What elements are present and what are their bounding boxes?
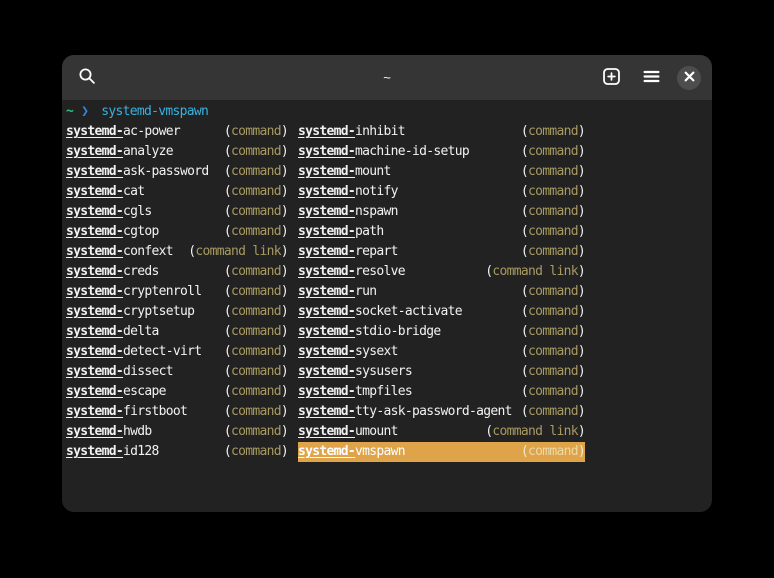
completion-item: systemd-cat(command) xyxy=(66,182,288,202)
completion-row: systemd-id128(command) systemd-vmspawn(co… xyxy=(66,442,708,462)
completion-row: systemd-analyze(command) systemd-machine-… xyxy=(66,142,708,162)
search-button[interactable] xyxy=(73,64,101,92)
completion-item: systemd-umount(command link) xyxy=(298,422,585,442)
completion-row: systemd-cryptenroll(command) systemd-run(… xyxy=(66,282,708,302)
completion-item: systemd-notify(command) xyxy=(298,182,585,202)
menu-button[interactable] xyxy=(637,64,665,92)
completion-item: systemd-confext(command link) xyxy=(66,242,288,262)
prompt-line: ~ ❯ systemd-vmspawn xyxy=(66,102,708,122)
completion-item: systemd-tty-ask-password-agent(command) xyxy=(298,402,585,422)
completion-item: systemd-hwdb(command) xyxy=(66,422,288,442)
completion-item: systemd-delta(command) xyxy=(66,322,288,342)
completion-list: systemd-ac-power(command) systemd-inhibit… xyxy=(66,122,708,462)
completion-row: systemd-escape(command) systemd-tmpfiles(… xyxy=(66,382,708,402)
terminal-window: ~ xyxy=(62,55,712,512)
prompt-cwd: ~ xyxy=(66,102,73,122)
completion-item: systemd-dissect(command) xyxy=(66,362,288,382)
completion-item: systemd-cgtop(command) xyxy=(66,222,288,242)
completion-item: systemd-ac-power(command) xyxy=(66,122,288,142)
completion-row: systemd-firstboot(command) systemd-tty-as… xyxy=(66,402,708,422)
search-icon xyxy=(78,67,97,89)
menu-icon xyxy=(642,67,661,89)
close-icon xyxy=(684,70,695,85)
completion-row: systemd-dissect(command) systemd-sysusers… xyxy=(66,362,708,382)
completion-item: systemd-resolve(command link) xyxy=(298,262,585,282)
terminal-screen[interactable]: ~ ❯ systemd-vmspawn systemd-ac-power(com… xyxy=(62,100,712,464)
completion-item: systemd-cryptenroll(command) xyxy=(66,282,288,302)
completion-item: systemd-creds(command) xyxy=(66,262,288,282)
completion-item: systemd-tmpfiles(command) xyxy=(298,382,585,402)
completion-row: systemd-cat(command) systemd-notify(comma… xyxy=(66,182,708,202)
completion-item: systemd-stdio-bridge(command) xyxy=(298,322,585,342)
completion-item-selected: systemd-vmspawn(command) xyxy=(298,442,585,462)
completion-item: systemd-ask-password(command) xyxy=(66,162,288,182)
completion-item: systemd-cgls(command) xyxy=(66,202,288,222)
completion-item: systemd-firstboot(command) xyxy=(66,402,288,422)
completion-item: systemd-nspawn(command) xyxy=(298,202,585,222)
prompt-symbol: ❯ xyxy=(81,102,88,122)
completion-row: systemd-delta(command) systemd-stdio-brid… xyxy=(66,322,708,342)
completion-row: systemd-cgtop(command) systemd-path(comma… xyxy=(66,222,708,242)
completion-item: systemd-run(command) xyxy=(298,282,585,302)
completion-item: systemd-detect-virt(command) xyxy=(66,342,288,362)
completion-row: systemd-cgls(command) systemd-nspawn(comm… xyxy=(66,202,708,222)
completion-row: systemd-confext(command link) systemd-rep… xyxy=(66,242,708,262)
new-tab-icon xyxy=(602,67,621,89)
completion-item: systemd-socket-activate(command) xyxy=(298,302,585,322)
completion-item: systemd-mount(command) xyxy=(298,162,585,182)
completion-item: systemd-machine-id-setup(command) xyxy=(298,142,585,162)
headerbar[interactable]: ~ xyxy=(62,55,712,100)
prompt-command: systemd-vmspawn xyxy=(101,102,208,122)
completion-row: systemd-ask-password(command) systemd-mou… xyxy=(66,162,708,182)
completion-item: systemd-inhibit(command) xyxy=(298,122,585,142)
new-tab-button[interactable] xyxy=(597,64,625,92)
completion-item: systemd-cryptsetup(command) xyxy=(66,302,288,322)
completion-row: systemd-cryptsetup(command) systemd-socke… xyxy=(66,302,708,322)
completion-item: systemd-repart(command) xyxy=(298,242,585,262)
completion-row: systemd-ac-power(command) systemd-inhibit… xyxy=(66,122,708,142)
completion-row: systemd-hwdb(command) systemd-umount(comm… xyxy=(66,422,708,442)
completion-row: systemd-creds(command) systemd-resolve(co… xyxy=(66,262,708,282)
completion-item: systemd-analyze(command) xyxy=(66,142,288,162)
completion-item: systemd-escape(command) xyxy=(66,382,288,402)
completion-item: systemd-sysusers(command) xyxy=(298,362,585,382)
completion-item: systemd-sysext(command) xyxy=(298,342,585,362)
completion-item: systemd-path(command) xyxy=(298,222,585,242)
close-button[interactable] xyxy=(677,66,701,90)
completion-row: systemd-detect-virt(command) systemd-syse… xyxy=(66,342,708,362)
header-controls xyxy=(597,64,701,92)
completion-item: systemd-id128(command) xyxy=(66,442,288,462)
desktop-background: ~ xyxy=(0,0,774,578)
